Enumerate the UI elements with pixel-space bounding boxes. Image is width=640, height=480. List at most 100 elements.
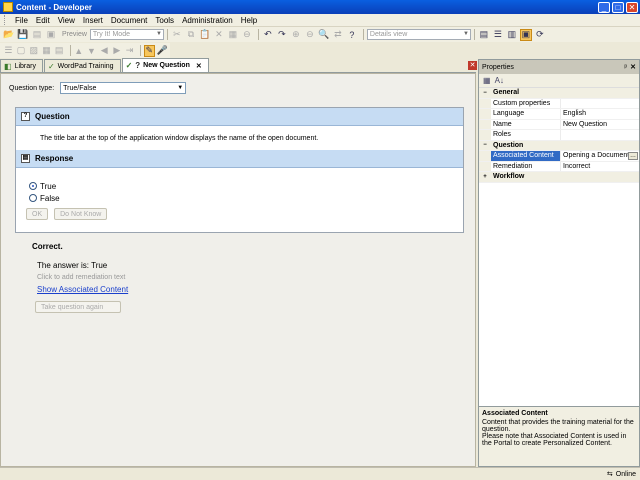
tab-new-question[interactable]: ✓ ? New Question ✕ xyxy=(121,58,209,72)
close-button[interactable]: ✕ xyxy=(626,1,638,13)
layout-panel-icon[interactable]: ▣ xyxy=(519,28,532,41)
edit-pencil-icon[interactable]: ✎ xyxy=(143,44,155,57)
property-row[interactable]: Remediation Incorrect xyxy=(479,161,639,172)
menu-administration[interactable]: Administration xyxy=(178,16,237,25)
view-select[interactable]: Details view ▼ xyxy=(366,29,471,40)
preview-icon[interactable]: ▣ xyxy=(45,29,57,41)
paste-icon[interactable]: 📋 xyxy=(199,29,211,41)
take-question-again-button[interactable]: Take question again xyxy=(35,301,121,313)
menu-document[interactable]: Document xyxy=(107,16,151,25)
question-editor: Question type: True/False ▼ ? Question T… xyxy=(0,73,476,467)
save-icon[interactable]: 💾 xyxy=(17,29,29,41)
record-icon[interactable]: 🎤 xyxy=(157,45,168,57)
undo-icon[interactable]: ↶ xyxy=(262,29,274,41)
response-header: Response xyxy=(35,154,74,163)
open-folder-icon[interactable]: 📂 xyxy=(3,29,15,41)
sort-alpha-icon[interactable]: A↓ xyxy=(495,76,504,85)
print-icon[interactable]: ▤ xyxy=(31,29,43,41)
row-gutter xyxy=(479,119,491,129)
menu-file[interactable]: File xyxy=(11,16,32,25)
table-icon[interactable]: ▦ xyxy=(41,45,52,57)
outline-icon[interactable]: ☰ xyxy=(3,45,14,57)
tab-library[interactable]: ◧ Library xyxy=(0,59,43,72)
category-workflow[interactable]: + Workflow xyxy=(479,172,639,183)
arrow-left-icon[interactable]: ◀ xyxy=(99,45,110,57)
radio-unselected[interactable] xyxy=(29,194,37,202)
layout-details-icon[interactable]: ▤ xyxy=(478,29,490,41)
property-row[interactable]: Roles xyxy=(479,130,639,141)
link-icon[interactable]: ⊖ xyxy=(241,29,253,41)
menu-insert[interactable]: Insert xyxy=(79,16,107,25)
mode-select[interactable]: Try It! Mode ▼ xyxy=(89,29,164,40)
move-up-icon[interactable]: ⊕ xyxy=(290,29,302,41)
menu-edit[interactable]: Edit xyxy=(32,16,54,25)
delete-icon[interactable]: ✕ xyxy=(213,29,225,41)
category-question[interactable]: − Question xyxy=(479,140,639,151)
close-icon[interactable]: ✕ xyxy=(630,63,636,71)
property-value[interactable]: English xyxy=(561,109,639,119)
ok-button[interactable]: OK xyxy=(26,208,49,220)
close-tab-icon[interactable]: ✕ xyxy=(196,62,202,70)
layout-columns-icon[interactable]: ▥ xyxy=(506,29,518,41)
collapse-icon[interactable]: − xyxy=(479,88,491,98)
ellipsis-button[interactable]: … xyxy=(628,151,638,160)
properties-title: Properties xyxy=(482,63,514,71)
menu-tools[interactable]: Tools xyxy=(151,16,178,25)
property-row[interactable]: Custom properties xyxy=(479,98,639,109)
property-value[interactable] xyxy=(561,130,639,140)
do-not-know-button[interactable]: Do Not Know xyxy=(54,208,108,220)
chevron-down-icon: ▼ xyxy=(177,85,184,91)
property-row[interactable]: Language English xyxy=(479,109,639,120)
question-text[interactable]: The title bar at the top of the applicat… xyxy=(16,126,463,150)
property-key: Associated Content xyxy=(491,151,561,161)
find-icon[interactable]: 🔍 xyxy=(318,29,330,41)
step-icon[interactable]: ▤ xyxy=(54,45,65,57)
arrow-down-icon[interactable]: ▼ xyxy=(86,45,97,57)
row-gutter xyxy=(479,98,491,108)
question-icon: ? xyxy=(135,61,141,70)
indent-icon[interactable]: ⇥ xyxy=(124,45,135,57)
remediation-hint[interactable]: Click to add remediation text xyxy=(37,271,128,283)
expand-icon[interactable]: + xyxy=(479,172,491,182)
preview-button[interactable]: Preview xyxy=(62,31,87,38)
refresh-icon[interactable]: ⟳ xyxy=(534,29,546,41)
arrow-up-icon[interactable]: ▲ xyxy=(73,45,84,57)
toolbar-divider xyxy=(69,45,71,56)
chevron-down-icon: ▼ xyxy=(462,31,469,37)
replace-icon[interactable]: ⇄ xyxy=(332,29,344,41)
property-value[interactable]: New Question xyxy=(561,120,639,130)
property-value[interactable] xyxy=(561,99,639,109)
maximize-button[interactable]: □ xyxy=(612,1,624,13)
option-label: False xyxy=(40,193,60,203)
categorized-icon[interactable]: ▦ xyxy=(483,76,491,85)
option-false[interactable]: False xyxy=(29,192,463,204)
menu-view[interactable]: View xyxy=(54,16,79,25)
radio-selected[interactable] xyxy=(29,182,37,190)
property-row[interactable]: Name New Question xyxy=(479,119,639,130)
arrow-right-icon[interactable]: ▶ xyxy=(112,45,123,57)
status-bar: ⇆ Online xyxy=(0,467,640,480)
pin-icon[interactable]: ᵖ xyxy=(624,64,627,71)
help-icon[interactable]: ? xyxy=(346,29,358,41)
copy-icon[interactable]: ⧉ xyxy=(185,29,197,41)
tab-wordpad-training[interactable]: ✓ WordPad Training xyxy=(43,59,121,72)
question-type-select[interactable]: True/False ▼ xyxy=(60,82,187,94)
collapse-icon[interactable]: − xyxy=(479,140,491,150)
property-value[interactable]: Incorrect xyxy=(561,162,639,172)
minimize-button[interactable]: _ xyxy=(598,1,610,13)
move-down-icon[interactable]: ⊖ xyxy=(304,29,316,41)
properties-icon[interactable]: ▦ xyxy=(227,29,239,41)
close-pane-icon[interactable]: ✕ xyxy=(468,61,477,70)
image-icon[interactable]: ▨ xyxy=(28,45,39,57)
option-true[interactable]: True xyxy=(29,180,463,192)
category-general[interactable]: − General xyxy=(479,88,639,99)
show-associated-content-link[interactable]: Show Associated Content xyxy=(37,283,128,295)
properties-panel: Properties ᵖ ✕ ▦ A↓ − General Custom pro… xyxy=(478,59,640,467)
redo-icon[interactable]: ↷ xyxy=(276,29,288,41)
property-value[interactable]: Opening a Document xyxy=(561,151,628,161)
frame-icon[interactable]: ▢ xyxy=(16,45,27,57)
cut-icon[interactable]: ✂ xyxy=(171,29,183,41)
property-row-selected[interactable]: Associated Content Opening a Document … xyxy=(479,151,639,162)
layout-list-icon[interactable]: ☰ xyxy=(492,29,504,41)
menu-help[interactable]: Help xyxy=(237,16,261,25)
